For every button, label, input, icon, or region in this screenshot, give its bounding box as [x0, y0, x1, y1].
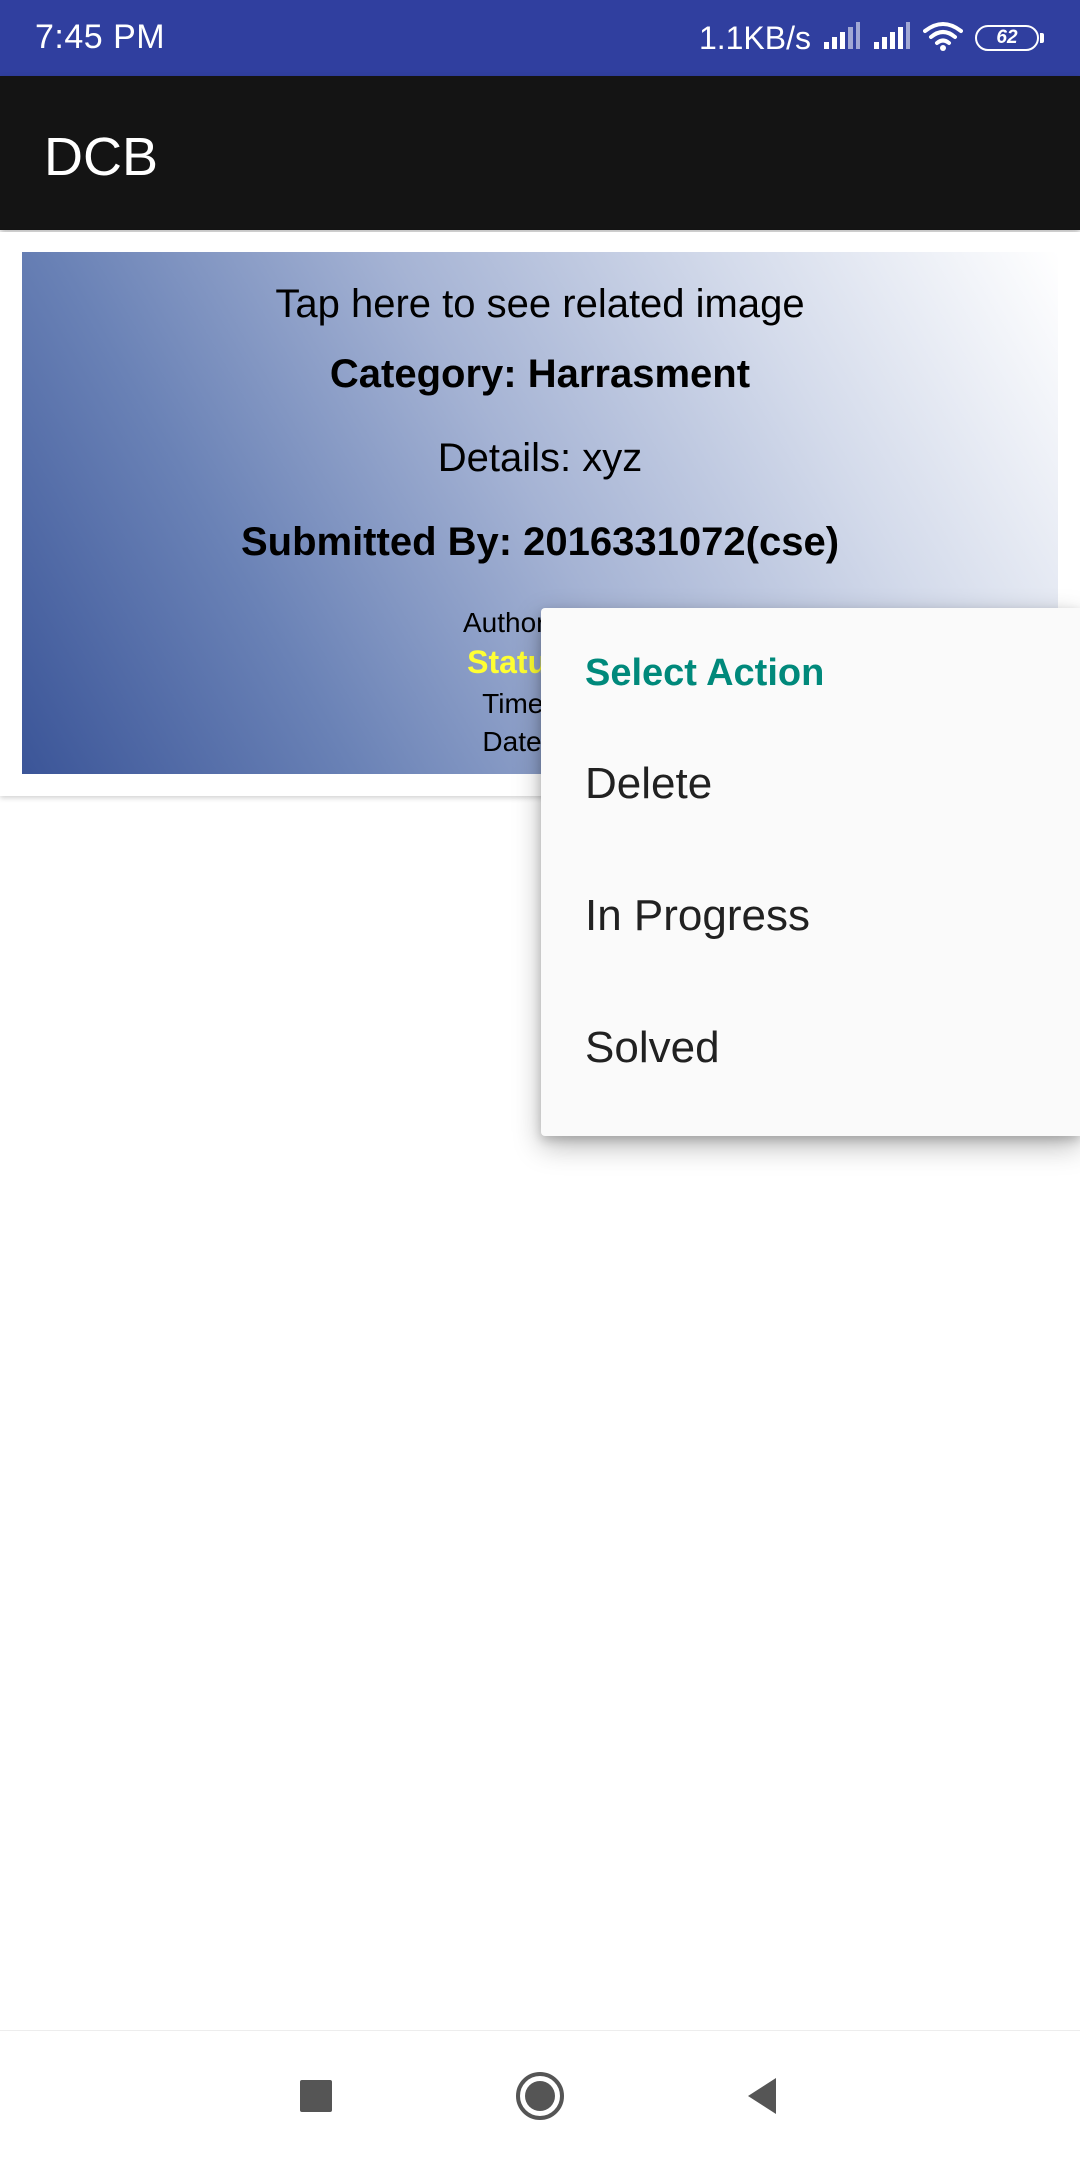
complaint-submitted-by: Submitted By: 2016331072(cse)	[240, 520, 840, 564]
battery-icon: 62	[975, 25, 1044, 51]
back-button[interactable]	[722, 2056, 802, 2136]
wifi-icon	[923, 21, 963, 56]
status-icons: 1.1KB/s 62	[699, 16, 1044, 60]
status-time: 7:45 PM	[35, 18, 166, 56]
network-speed: 1.1KB/s	[698, 19, 811, 56]
status-bar: 7:45 PM 1.1KB/s 62	[0, 0, 1080, 76]
app-title: DCB	[44, 127, 159, 187]
complaint-category: Category: Harrasment	[329, 352, 751, 396]
recent-apps-button[interactable]	[276, 2056, 356, 2136]
back-icon	[748, 2078, 776, 2114]
menu-item-in-progress[interactable]: In Progress	[541, 850, 1080, 982]
screen: 7:45 PM 1.1KB/s 62 DCB Tap here to see r…	[0, 0, 1080, 2160]
home-icon	[516, 2072, 564, 2120]
select-action-menu: Select Action Delete In Progress Solved	[541, 608, 1080, 1136]
battery-level: 62	[975, 25, 1039, 51]
home-button[interactable]	[500, 2056, 580, 2136]
menu-item-delete[interactable]: Delete	[541, 718, 1080, 850]
app-bar: DCB	[0, 76, 1080, 230]
complaint-details: Details: xyz	[437, 436, 643, 480]
recent-apps-icon	[300, 2080, 332, 2112]
navigation-bar	[0, 2030, 1080, 2160]
menu-header: Select Action	[585, 652, 825, 694]
signal-icon	[823, 21, 861, 55]
signal-icon	[873, 21, 911, 55]
menu-item-solved[interactable]: Solved	[541, 982, 1080, 1114]
tap-image-hint[interactable]: Tap here to see related image	[22, 282, 1058, 327]
